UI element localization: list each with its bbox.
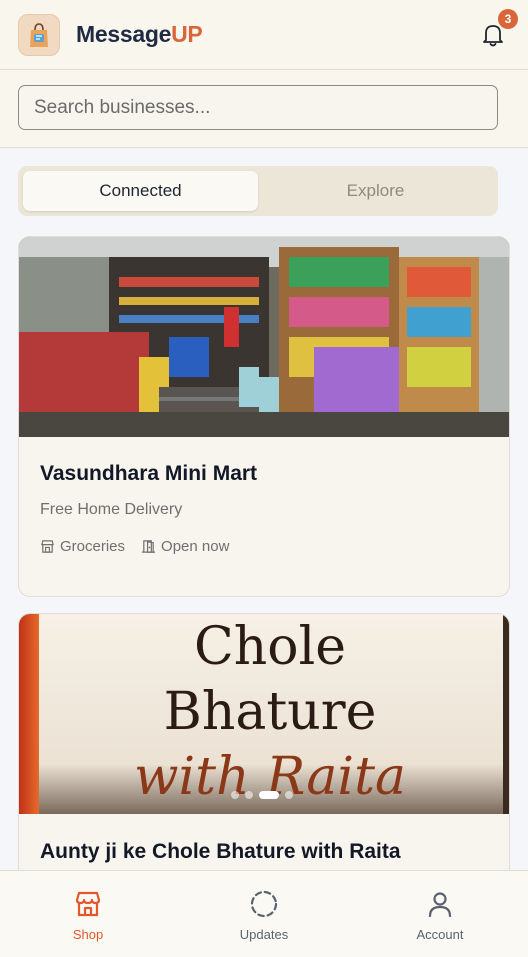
business-card[interactable]: Chole Bhature with Raita Aunty ji ke Cho… [18, 613, 510, 870]
carousel-dot-active[interactable] [259, 791, 279, 799]
dashed-circle-icon [250, 890, 278, 918]
brand-name-part2: UP [171, 21, 203, 47]
brand-name-part1: Message [76, 21, 172, 47]
nav-label: Account [416, 927, 464, 942]
door-icon [141, 540, 156, 553]
brand-name: MessageUP [76, 21, 203, 48]
app-logo [18, 14, 60, 56]
nav-label: Updates [239, 927, 289, 942]
business-meta: Groceries Open now [40, 538, 229, 555]
nav-label: Shop [72, 927, 104, 942]
notification-badge: 3 [498, 9, 518, 29]
main-content: Connected Explore Vasundhara Mini Mart F… [0, 149, 528, 870]
search-input[interactable] [18, 85, 498, 130]
image-text-line2: Bhature [164, 682, 377, 742]
business-tagline: Free Home Delivery [40, 501, 183, 518]
business-status: Open now [161, 538, 230, 555]
user-icon [428, 892, 452, 918]
nav-shop[interactable]: Shop [0, 871, 176, 957]
bottom-navigation: Shop Updates Account [0, 870, 528, 957]
business-name: Aunty ji ke Chole Bhature with Raita [40, 840, 401, 863]
carousel-dots [231, 791, 299, 799]
nav-updates[interactable]: Updates [176, 871, 352, 957]
store-small-icon [41, 540, 54, 553]
carousel-dot[interactable] [245, 791, 253, 799]
business-name: Vasundhara Mini Mart [40, 462, 258, 485]
shopping-bag-icon [30, 23, 48, 47]
business-category: Groceries [60, 538, 126, 555]
business-card[interactable]: Vasundhara Mini Mart Free Home Delivery … [18, 236, 510, 597]
app-header: MessageUP 3 [0, 0, 528, 70]
tab-explore[interactable]: Explore [258, 171, 493, 211]
store-icon [75, 891, 101, 917]
image-text-line1: Chole [194, 617, 346, 677]
nav-account[interactable]: Account [352, 871, 528, 957]
carousel-dot[interactable] [231, 791, 239, 799]
view-tabs: Connected Explore [18, 166, 498, 216]
search-bar [0, 70, 528, 148]
food-banner-image: Chole Bhature with Raita [19, 614, 509, 814]
carousel-dot[interactable] [285, 791, 293, 799]
tab-connected[interactable]: Connected [23, 171, 258, 211]
store-photo [19, 237, 509, 437]
